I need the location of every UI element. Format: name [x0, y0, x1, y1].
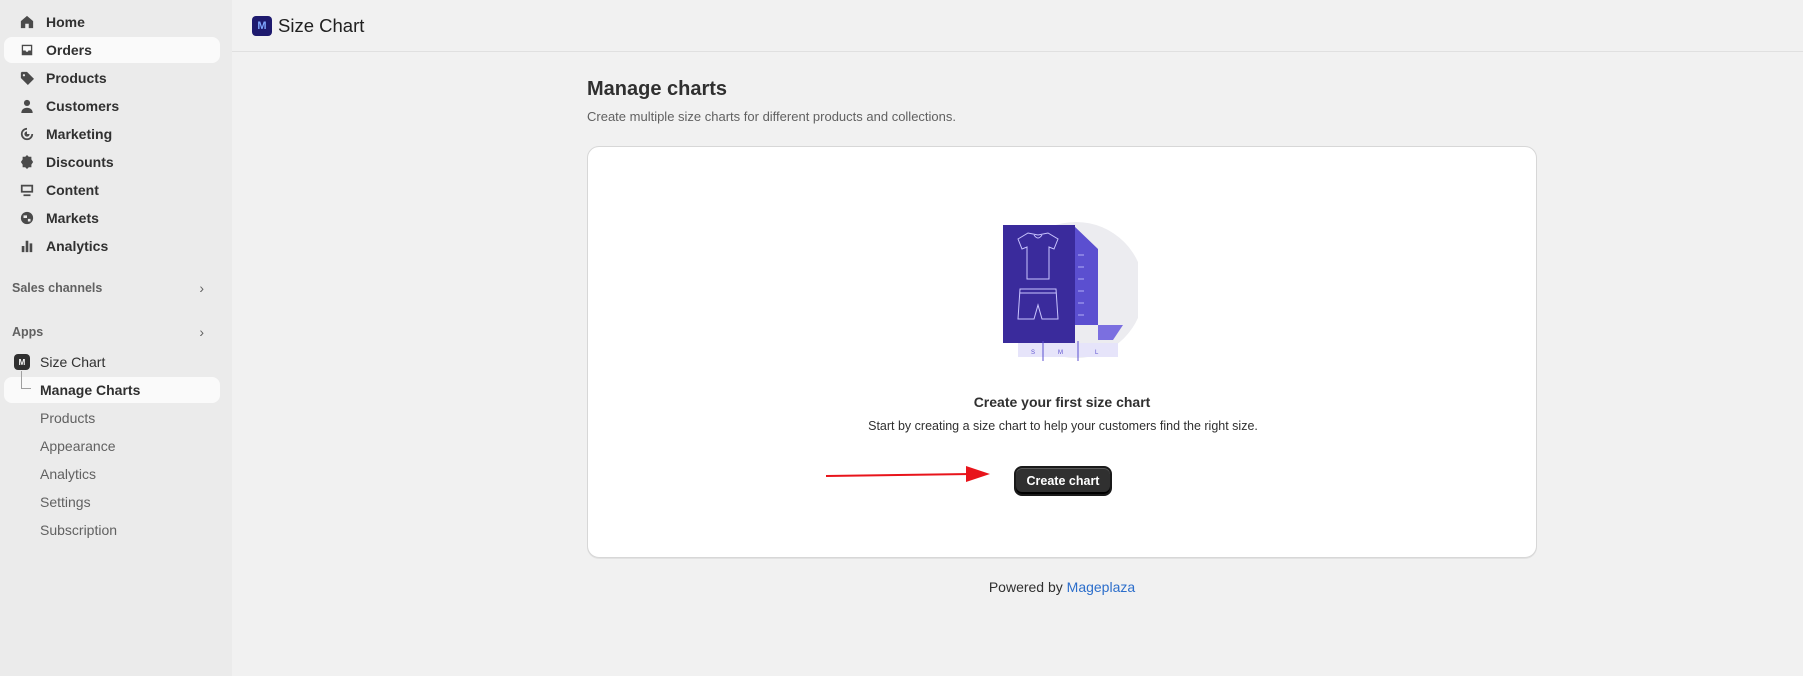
nav-content[interactable]: Content [4, 177, 220, 203]
content-icon [20, 183, 34, 197]
annotation-arrow [826, 466, 990, 482]
chevron-right-icon: › [199, 324, 204, 340]
page-header: Manage charts Create multiple size chart… [587, 78, 1537, 124]
size-chart-illustration: S M L [1003, 222, 1138, 361]
person-icon [20, 99, 34, 113]
empty-state-description: Start by creating a size chart to help y… [868, 419, 1258, 433]
app-title: Size Chart [278, 14, 365, 36]
discount-icon [20, 155, 34, 169]
nav-home[interactable]: Home [4, 9, 220, 35]
size-label-m: M [1058, 350, 1063, 356]
size-chart-app-icon: M [14, 354, 30, 370]
nav-analytics[interactable]: Analytics [4, 233, 220, 259]
app-header: M Size Chart [232, 0, 1803, 52]
empty-state-card: S M L Create your first size chart Start… [587, 146, 1537, 558]
tag-icon [20, 71, 34, 85]
nav-products[interactable]: Products [4, 65, 220, 91]
sidebar-item-settings[interactable]: Settings [4, 489, 220, 515]
sidebar-item-analytics[interactable]: Analytics [4, 461, 220, 487]
chevron-right-icon: › [199, 280, 204, 296]
target-icon [20, 127, 34, 141]
nav-discounts[interactable]: Discounts [4, 149, 220, 175]
inbox-icon [20, 43, 34, 57]
globe-icon [20, 211, 34, 225]
nav-markets[interactable]: Markets [4, 205, 220, 231]
sidebar-item-manage-charts[interactable]: Manage Charts [4, 371, 220, 403]
sidebar-item-subscription[interactable]: Subscription [4, 517, 220, 543]
sidebar-item-appearance[interactable]: Appearance [4, 433, 220, 459]
size-chart-logo-icon: M [252, 15, 272, 36]
nav-size-chart-app[interactable]: M Size Chart [4, 349, 220, 375]
empty-state-title: Create your first size chart [973, 394, 1151, 410]
mageplaza-link[interactable]: Mageplaza [1067, 579, 1136, 595]
nav-orders[interactable]: Orders [4, 37, 220, 63]
sales-channels-section[interactable]: Sales channels › [0, 275, 232, 301]
create-chart-button[interactable]: Create chart [1014, 466, 1112, 496]
nav-customers[interactable]: Customers [4, 93, 220, 119]
tree-connector [21, 371, 31, 389]
apps-section[interactable]: Apps › [0, 319, 232, 345]
size-label-s: S [1031, 350, 1035, 356]
home-icon [20, 15, 34, 29]
bar-chart-icon [20, 239, 34, 253]
sidebar-item-products[interactable]: Products [4, 405, 220, 431]
sidebar: Home Orders Products Customers Marketing… [0, 0, 232, 676]
powered-by-footer: Powered by Mageplaza [988, 579, 1136, 595]
page-title: Manage charts [587, 78, 728, 100]
page-subtitle: Create multiple size charts for differen… [587, 109, 956, 124]
nav-marketing[interactable]: Marketing [4, 121, 220, 147]
